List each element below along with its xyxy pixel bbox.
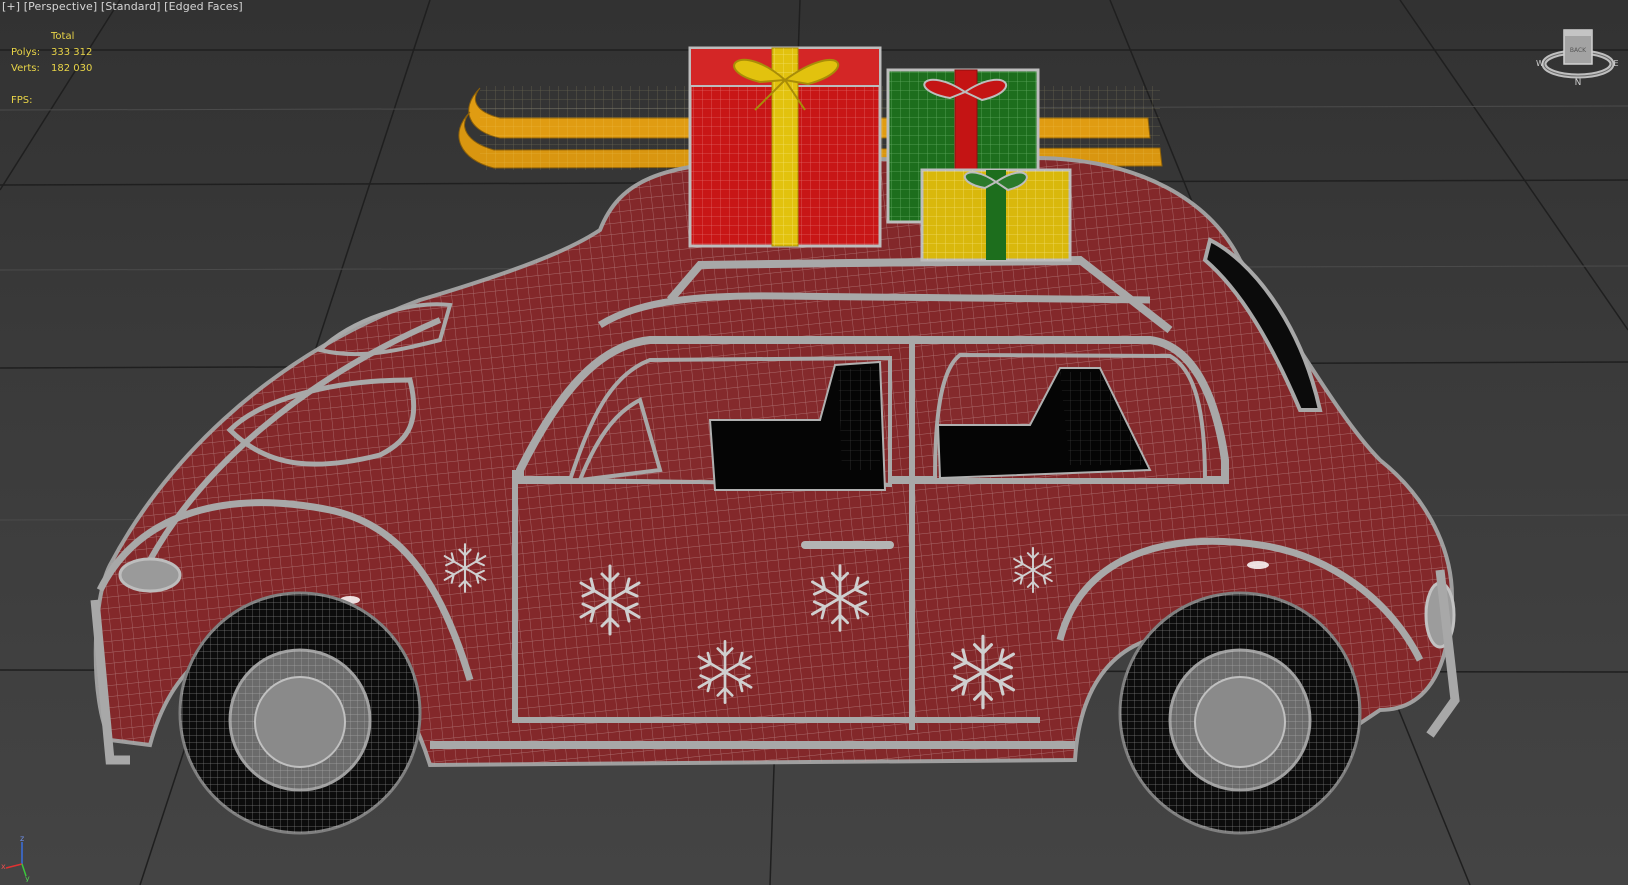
stats-header: Total [51,31,75,42]
viewport-pov-menu[interactable]: [Perspective] [24,0,98,13]
axis-z-label: z [20,834,24,843]
scene-render [0,0,1628,885]
compass-west: W [1536,59,1544,68]
viewport-label-menu: [+] [Perspective] [Standard] [Edged Face… [2,0,243,13]
compass-east: E [1613,59,1618,68]
viewcube-face-label: BACK [1570,47,1587,54]
viewport-display-menu[interactable]: [Edged Faces] [164,0,243,13]
viewport-general-menu[interactable]: [+] [2,0,20,13]
fps-label: FPS: [11,95,33,106]
wheel-front [178,591,422,835]
compass-north: N [1575,78,1582,88]
viewcube-icon[interactable]: BACK N E W [1536,28,1620,92]
viewport-shading-menu[interactable]: [Standard] [101,0,161,13]
gift-box-red [688,46,882,248]
gift-box-yellow [920,168,1072,262]
axis-y-label: y [25,874,30,882]
perspective-viewport[interactable]: [+] [Perspective] [Standard] [Edged Face… [0,0,1628,885]
verts-value: 182 030 [51,63,93,74]
polys-value: 333 312 [51,47,93,58]
axis-tripod-icon: z x y [1,834,30,882]
axis-x-label: x [1,862,6,871]
car-windows [567,352,1208,491]
verts-label: Verts: [11,63,40,74]
wheel-rear [1118,591,1362,835]
polys-label: Polys: [11,47,41,58]
